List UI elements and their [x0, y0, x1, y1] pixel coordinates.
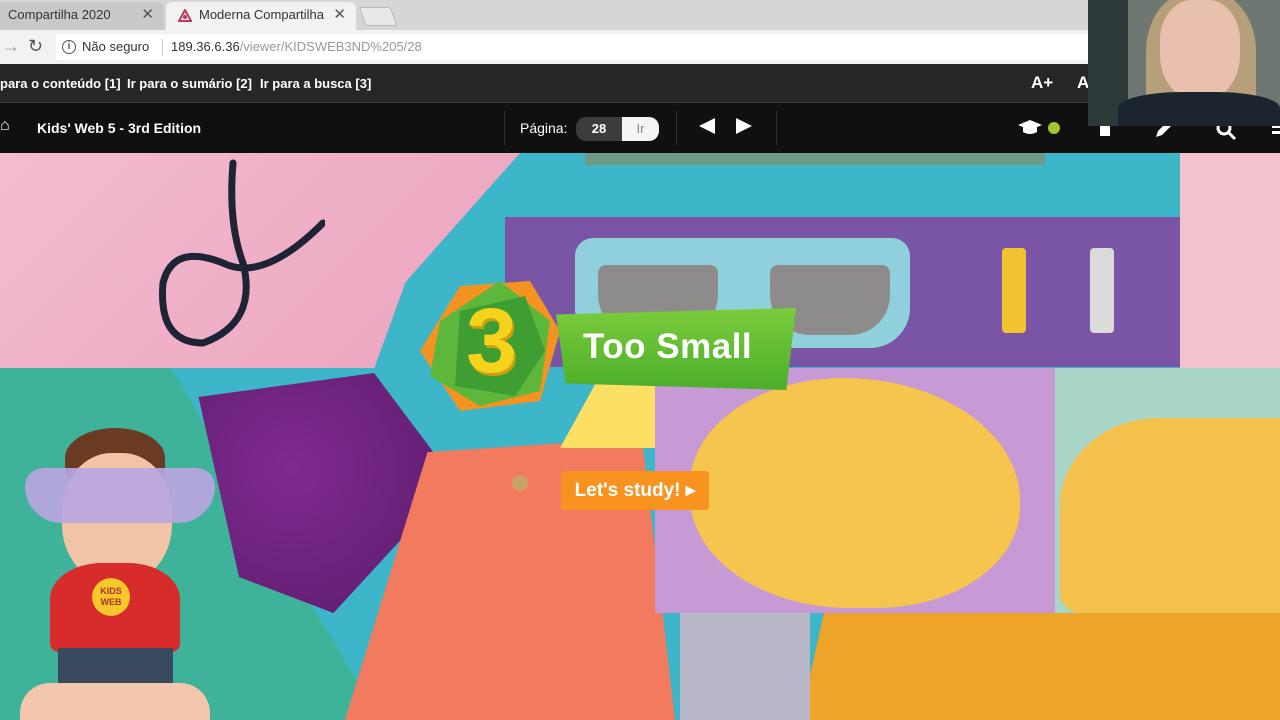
unit-number: 3	[466, 290, 518, 392]
orange-shirt-image	[800, 613, 1280, 720]
tab-title: Moderna Compartilha	[199, 7, 325, 22]
previous-page-icon[interactable]	[699, 118, 715, 134]
skip-to-summary-link[interactable]: Ir para o sumário [2]	[127, 76, 252, 91]
font-increase-button[interactable]: A+	[1031, 73, 1053, 93]
status-dot	[1048, 122, 1060, 134]
go-to-page-button[interactable]: Ir	[622, 117, 659, 141]
moderna-logo-icon	[178, 9, 192, 22]
mascot-shoe	[20, 683, 210, 720]
new-tab-button[interactable]	[358, 7, 398, 26]
shirt-drawstring-image	[159, 159, 325, 347]
mascot-sunglasses	[25, 468, 215, 523]
reload-icon[interactable]: ↻	[28, 36, 43, 57]
divider	[162, 39, 163, 55]
url-text[interactable]: 189.36.6.36/viewer/KIDSWEB3ND%205/28	[171, 34, 422, 60]
divider	[776, 111, 777, 145]
pink-dotted-panel	[1180, 153, 1280, 368]
gray-strip	[680, 613, 810, 720]
info-icon[interactable]: i	[62, 40, 76, 54]
graduation-cap-icon[interactable]	[1017, 119, 1043, 137]
url-path: /viewer/KIDSWEB3ND%205/28	[239, 39, 422, 54]
divider	[676, 111, 677, 145]
page-label: Página:	[520, 120, 568, 136]
close-tab-icon[interactable]: ✕	[333, 2, 346, 28]
next-page-icon[interactable]	[736, 118, 752, 134]
tab-title: Compartilha 2020	[8, 7, 111, 22]
skip-to-search-link[interactable]: Ir para a busca [3]	[260, 76, 371, 91]
divider	[504, 111, 505, 145]
yellow-clothespin-image	[1002, 248, 1026, 333]
omnibox[interactable]: i Não seguro 189.36.6.36/viewer/KIDSWEB3…	[56, 34, 1096, 60]
yellow-cap-2-image	[1060, 418, 1280, 613]
play-arrow-icon: ▸	[685, 480, 696, 501]
book-page: KIDS WEB 3 Too Small Let's study! ▸	[0, 153, 1280, 720]
home-icon[interactable]: ⌂	[0, 117, 10, 135]
tab-moderna-compartilha[interactable]: Moderna Compartilha ✕	[166, 2, 356, 30]
person-shirt	[1118, 92, 1280, 126]
white-clothespin-image	[1090, 248, 1114, 333]
skip-to-content-link[interactable]: para o conteúdo [1]	[0, 76, 121, 91]
lets-study-button[interactable]: Let's study! ▸	[561, 471, 709, 510]
mascot-character: KIDS WEB	[20, 423, 215, 720]
green-book-edge	[585, 153, 1045, 165]
book-title: Kids' Web 5 - 3rd Edition	[37, 120, 202, 136]
unit-title: Too Small	[583, 327, 753, 366]
webcam-overlay	[1088, 0, 1280, 126]
tab-compartilha-2020[interactable]: Compartilha 2020 ✕	[0, 2, 164, 30]
mascot-logo-badge: KIDS WEB	[92, 578, 130, 616]
lets-study-label: Let's study!	[574, 480, 681, 501]
person-face	[1160, 0, 1240, 100]
url-host: 189.36.6.36	[171, 39, 240, 54]
close-tab-icon[interactable]: ✕	[141, 2, 154, 28]
skirt-button	[512, 475, 528, 491]
forward-arrow-icon[interactable]: →	[2, 36, 20, 57]
security-label: Não seguro	[82, 39, 150, 54]
page-number-input[interactable]: 28	[576, 117, 622, 141]
menu-icon[interactable]	[1272, 125, 1280, 135]
